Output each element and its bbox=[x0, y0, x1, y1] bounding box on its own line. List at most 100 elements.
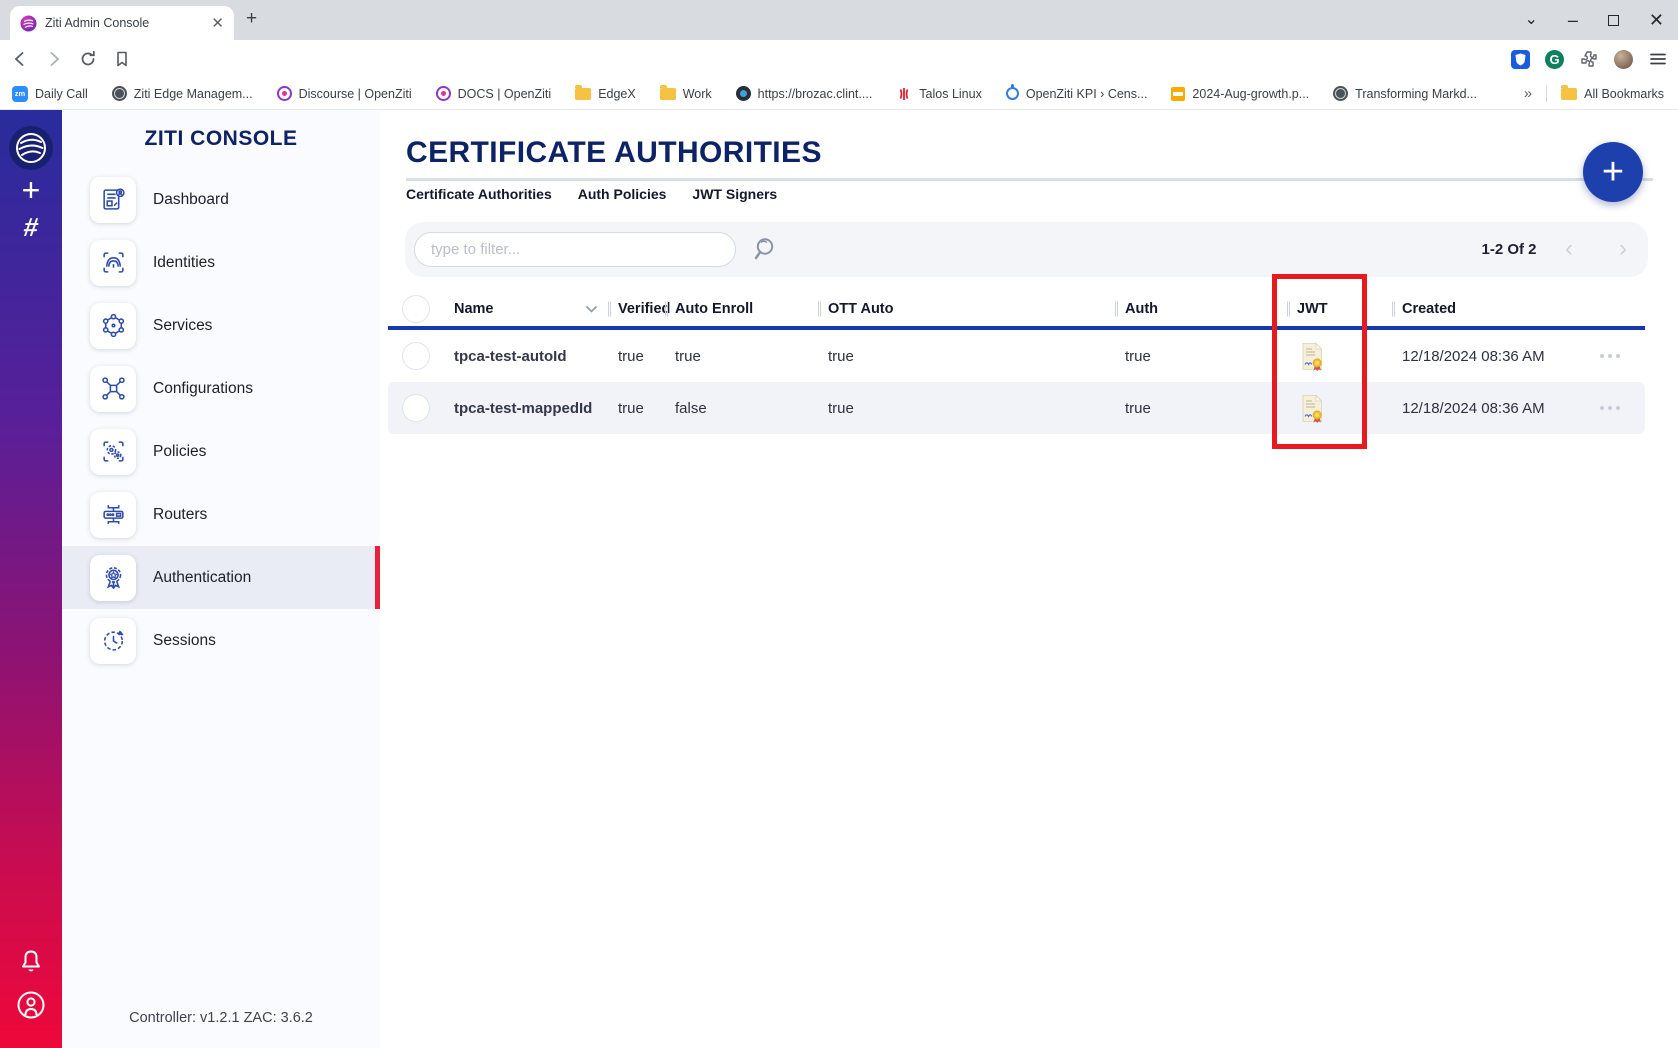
bookmark-daily-call[interactable]: zm Daily Call bbox=[12, 86, 88, 102]
sort-chevron-icon[interactable] bbox=[585, 305, 598, 313]
bookmark-edgex[interactable]: EdgeX bbox=[575, 87, 636, 101]
tab-close-icon[interactable]: ✕ bbox=[211, 16, 224, 31]
ca-name[interactable]: tpca-test-autoId bbox=[444, 348, 608, 365]
bookmark-work[interactable]: Work bbox=[660, 87, 712, 101]
grammarly-extension-icon[interactable]: G bbox=[1545, 50, 1564, 69]
bookmark-openziti-kpi[interactable]: OpenZiti KPI › Cens... bbox=[1006, 87, 1148, 101]
authentication-icon bbox=[90, 555, 136, 601]
row-checkbox[interactable] bbox=[402, 394, 430, 422]
bookmark-talos[interactable]: Talos Linux bbox=[896, 86, 982, 102]
profile-icon[interactable] bbox=[16, 990, 46, 1020]
sidebar-item-services[interactable]: Services bbox=[62, 294, 380, 357]
bookmarks-divider bbox=[1546, 85, 1547, 102]
app-brand: ZITI CONSOLE bbox=[62, 127, 380, 151]
bookmark-docs[interactable]: DOCS | OpenZiti bbox=[436, 86, 552, 101]
ziti-logo[interactable] bbox=[9, 126, 53, 170]
column-name[interactable]: Name bbox=[444, 301, 608, 317]
column-verified[interactable]: Verified bbox=[608, 301, 665, 317]
configurations-icon bbox=[90, 366, 136, 412]
extensions-puzzle-icon[interactable] bbox=[1579, 49, 1599, 69]
talos-icon bbox=[896, 86, 912, 102]
zac-app: + # ZITI CONSOLE bbox=[0, 110, 1678, 1048]
browser-tab[interactable]: Ziti Admin Console ✕ bbox=[10, 6, 234, 40]
page-title: CERTIFICATE AUTHORITIES bbox=[406, 136, 822, 170]
filter-input[interactable] bbox=[431, 241, 719, 258]
folder-icon bbox=[660, 88, 676, 100]
sidebar-item-sessions[interactable]: Sessions bbox=[62, 609, 380, 672]
window-minimize-button[interactable]: – bbox=[1568, 11, 1578, 29]
bookmark-flag-icon[interactable] bbox=[112, 49, 132, 69]
sidebar-item-policies[interactable]: Policies bbox=[62, 420, 380, 483]
bookmark-discourse[interactable]: Discourse | OpenZiti bbox=[277, 86, 412, 101]
bookmarks-overflow-icon[interactable]: » bbox=[1524, 85, 1532, 102]
left-rail: + # bbox=[0, 110, 62, 1048]
verified-value: true bbox=[608, 348, 665, 365]
auth-value: true bbox=[1115, 348, 1287, 365]
rail-add-icon[interactable]: + bbox=[0, 172, 62, 209]
back-icon[interactable] bbox=[10, 49, 30, 69]
jwt-certificate-icon[interactable] bbox=[1287, 394, 1392, 423]
table-row[interactable]: tpca-test-autoId true true true true bbox=[388, 330, 1645, 382]
search-icon bbox=[752, 235, 780, 263]
tab-certificate-authorities[interactable]: Certificate Authorities bbox=[406, 186, 552, 202]
search-button[interactable] bbox=[752, 235, 780, 263]
sidebar-item-authentication[interactable]: Authentication bbox=[62, 546, 380, 609]
column-auth[interactable]: Auth bbox=[1115, 301, 1287, 317]
new-tab-button[interactable]: + bbox=[246, 8, 257, 30]
column-ott-auto[interactable]: OTT Auto bbox=[818, 301, 1115, 317]
pagination-next-icon[interactable]: › bbox=[1619, 222, 1627, 277]
created-value: 12/18/2024 08:36 AM bbox=[1392, 400, 1580, 417]
site-icon bbox=[736, 86, 751, 101]
column-auto-enroll[interactable]: Auto Enroll bbox=[665, 301, 818, 317]
rail-hash-icon[interactable]: # bbox=[0, 212, 64, 243]
menu-hamburger-icon[interactable] bbox=[1648, 49, 1668, 69]
created-value: 12/18/2024 08:36 AM bbox=[1392, 348, 1580, 365]
sidebar-item-identities[interactable]: Identities bbox=[62, 231, 380, 294]
auto-enroll-value: false bbox=[665, 400, 818, 417]
sidebar-item-dashboard[interactable]: Dashboard bbox=[62, 168, 380, 231]
column-jwt[interactable]: JWT bbox=[1287, 301, 1392, 317]
window-close-button[interactable]: ✕ bbox=[1649, 11, 1664, 29]
profile-avatar[interactable] bbox=[1614, 50, 1633, 69]
row-actions-icon[interactable] bbox=[1580, 406, 1645, 410]
notifications-bell-icon[interactable] bbox=[18, 948, 44, 974]
bitwarden-extension-icon[interactable] bbox=[1511, 50, 1530, 69]
pagination-prev-icon[interactable]: ‹ bbox=[1565, 222, 1573, 277]
add-certificate-authority-button[interactable]: + bbox=[1583, 142, 1643, 202]
verified-value: true bbox=[608, 400, 665, 417]
pagination-range: 1-2 Of 2 bbox=[1459, 222, 1559, 277]
window-maximize-button[interactable] bbox=[1608, 15, 1619, 26]
all-bookmarks-button[interactable]: All Bookmarks bbox=[1561, 87, 1664, 101]
sidebar-item-routers[interactable]: Routers bbox=[62, 483, 380, 546]
sidebar-item-configurations[interactable]: Configurations bbox=[62, 357, 380, 420]
column-created[interactable]: Created bbox=[1392, 301, 1580, 317]
openziti-ring-icon bbox=[277, 86, 292, 101]
row-checkbox[interactable] bbox=[402, 342, 430, 370]
bookmark-transforming[interactable]: Transforming Markd... bbox=[1333, 86, 1477, 101]
auth-value: true bbox=[1115, 400, 1287, 417]
tab-title: Ziti Admin Console bbox=[45, 16, 203, 30]
tab-search-chevron-icon[interactable]: ⌄ bbox=[1524, 12, 1537, 28]
bookmark-growth-doc[interactable]: 2024-Aug-growth.p... bbox=[1171, 87, 1309, 101]
table-row[interactable]: tpca-test-mappedId true false true true bbox=[388, 382, 1645, 434]
routers-icon bbox=[90, 492, 136, 538]
ott-auto-value: true bbox=[818, 348, 1115, 365]
tab-auth-policies[interactable]: Auth Policies bbox=[578, 186, 667, 202]
ca-name[interactable]: tpca-test-mappedId bbox=[444, 400, 608, 417]
sidebar: ZITI CONSOLE Dashboard bbox=[62, 110, 380, 1048]
policies-icon bbox=[90, 429, 136, 475]
jwt-certificate-icon[interactable] bbox=[1287, 342, 1392, 371]
forward-icon[interactable] bbox=[44, 49, 64, 69]
sub-tabs: Certificate Authorities Auth Policies JW… bbox=[406, 186, 777, 202]
tab-jwt-signers[interactable]: JWT Signers bbox=[692, 186, 777, 202]
browser-window: Ziti Admin Console ✕ + ⌄ – ✕ bbox=[0, 0, 1678, 1048]
bookmark-ziti-edge[interactable]: Ziti Edge Managem... bbox=[112, 86, 253, 101]
filter-input-wrap bbox=[414, 232, 736, 267]
row-actions-icon[interactable] bbox=[1580, 354, 1645, 358]
bookmark-brozac[interactable]: https://brozac.clint.... bbox=[736, 86, 873, 101]
table-header: Name Verified Auto Enroll OTT Auto Auth … bbox=[388, 292, 1645, 330]
dashboard-icon bbox=[90, 177, 136, 223]
reload-icon[interactable] bbox=[78, 49, 98, 69]
select-all-checkbox[interactable] bbox=[402, 295, 430, 323]
globe-icon bbox=[112, 86, 127, 101]
